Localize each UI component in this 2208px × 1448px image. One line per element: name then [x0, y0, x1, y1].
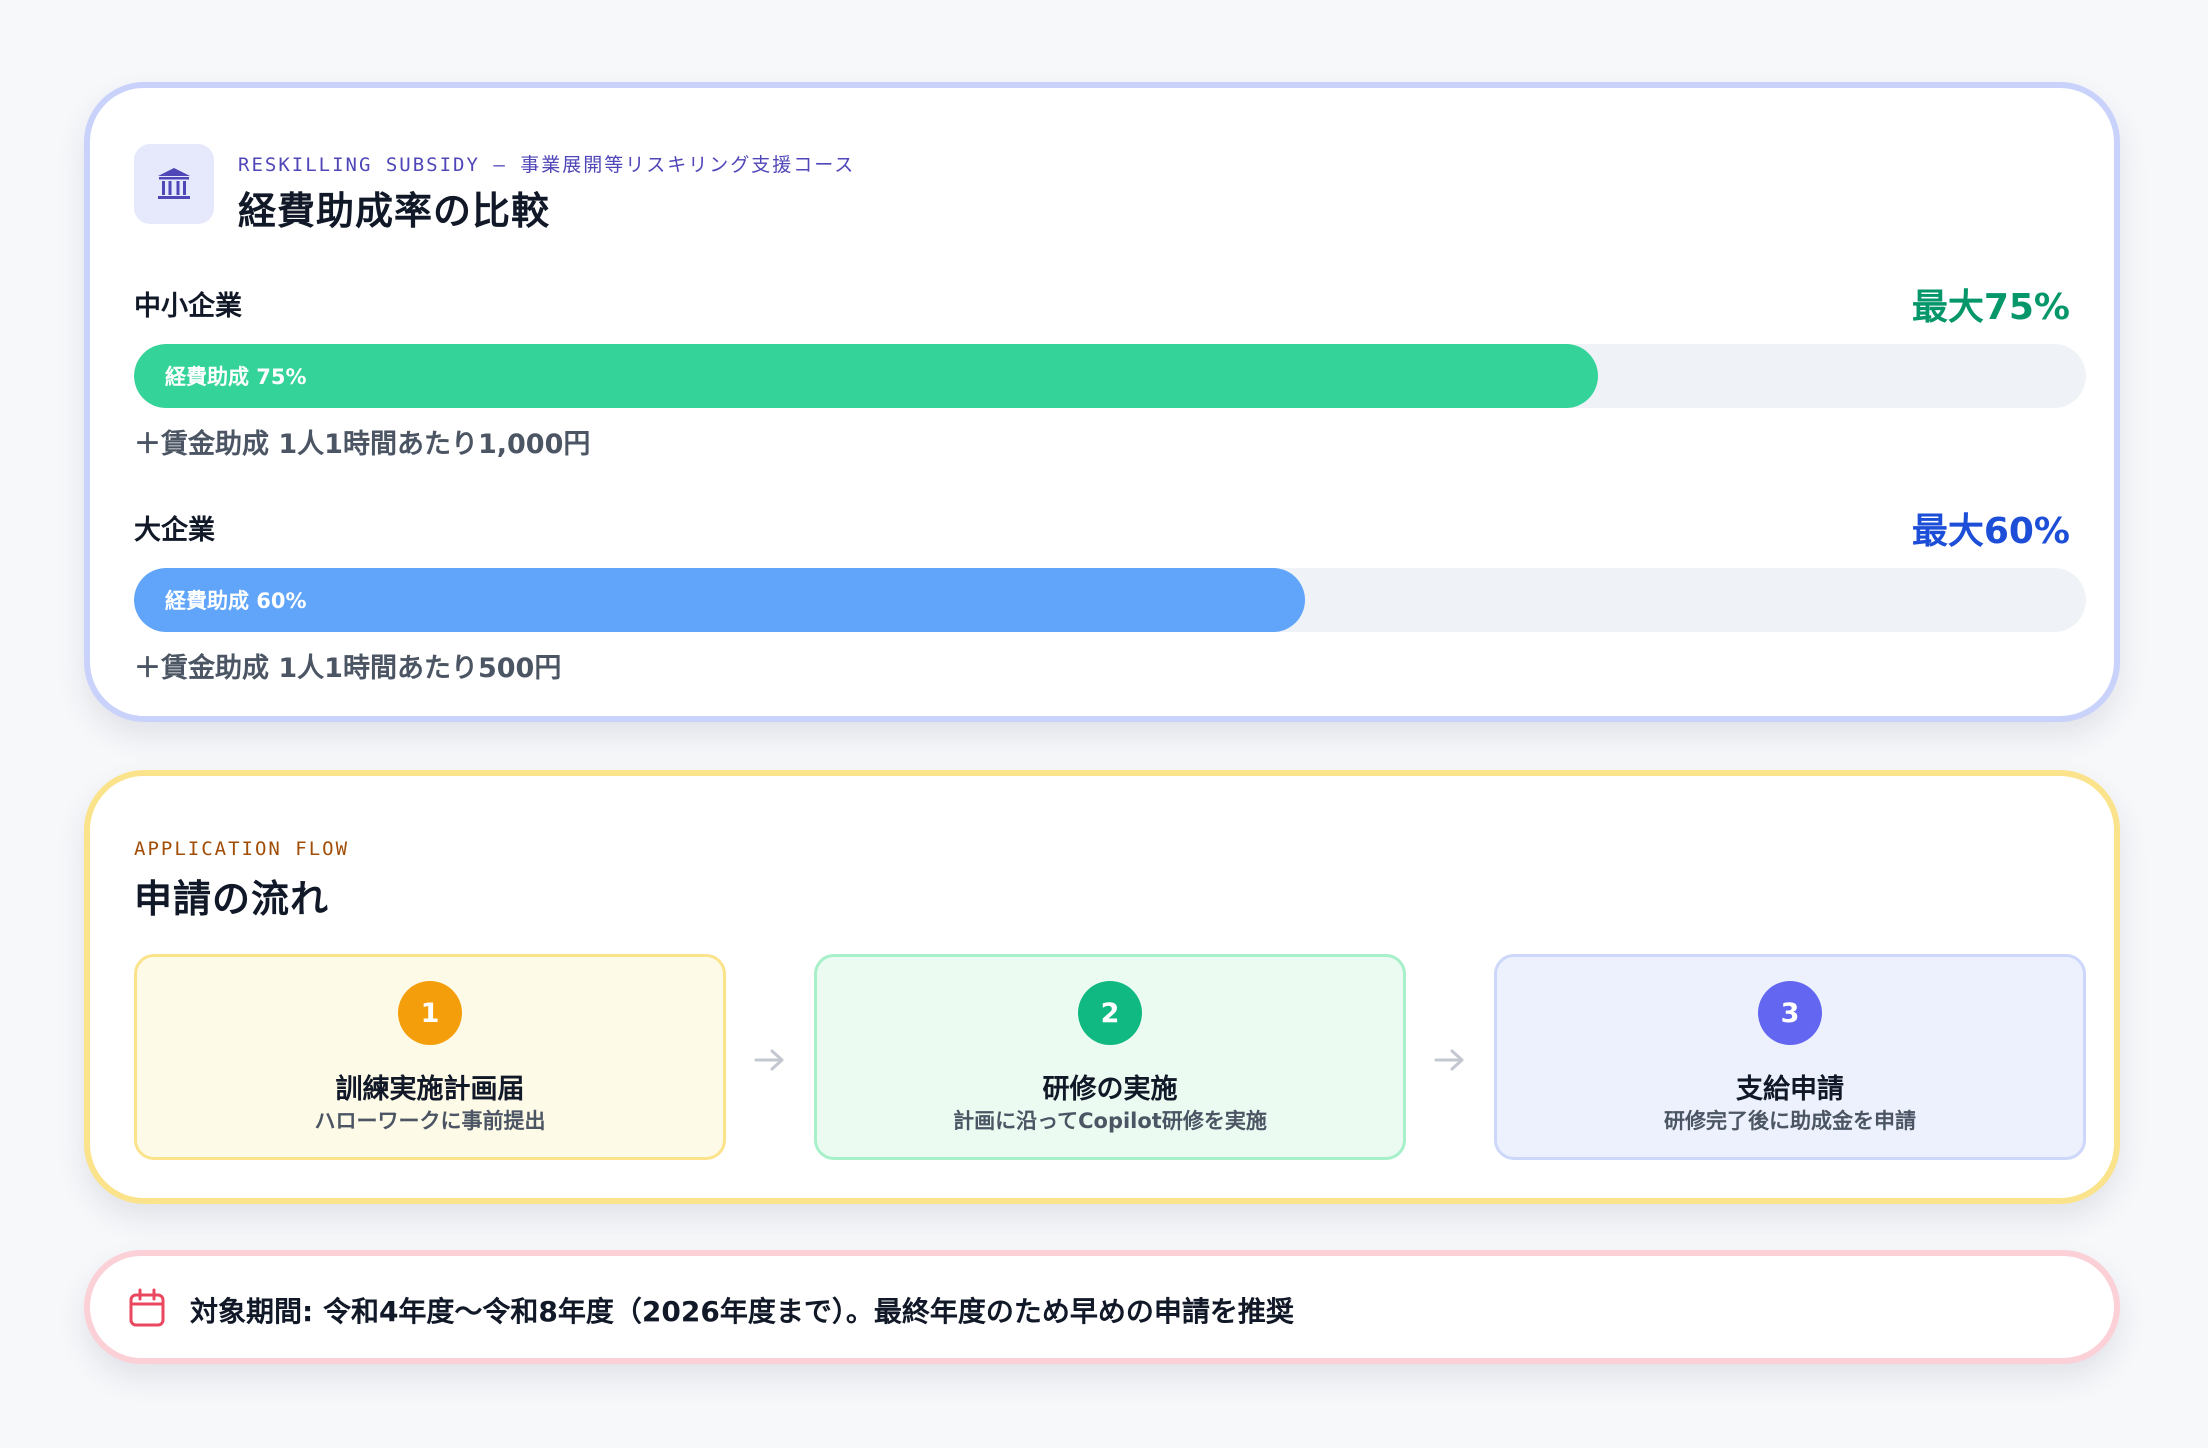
large-company-label: 大企業 — [134, 515, 215, 546]
step-description: 研修完了後に助成金を申請 — [1664, 1109, 1916, 1133]
sme-wage-note: ＋賃金助成 1人1時間あたり1,000円 — [134, 429, 591, 460]
bank-icon — [134, 144, 214, 224]
large-company-wage-note: ＋賃金助成 1人1時間あたり500円 — [134, 653, 562, 684]
step-description: 計画に沿ってCopilot研修を実施 — [953, 1109, 1267, 1133]
step-title: 支給申請 — [1736, 1074, 1844, 1105]
sme-rate-bar: 経費助成 75% — [134, 344, 2086, 408]
step-number-badge: 3 — [1758, 981, 1822, 1045]
large-company-bar-text: 経費助成 60% — [165, 589, 307, 613]
large-company-rate-fill: 経費助成 60% — [134, 568, 1306, 632]
target-period-text: 対象期間: 令和4年度〜令和8年度（2026年度まで）。最終年度のため早めの申請… — [190, 1295, 1294, 1328]
step-title: 訓練実施計画届 — [335, 1074, 525, 1105]
large-company-max-rate: 最大60% — [1911, 511, 2070, 552]
application-flow-card: APPLICATION FLOW 申請の流れ 1 訓練実施計画届 ハローワークに… — [84, 770, 2120, 1204]
flow-title: 申請の流れ — [134, 877, 330, 921]
sme-label: 中小企業 — [134, 291, 242, 322]
subsidy-rate-card: RESKILLING SUBSIDY — 事業展開等リスキリング支援コース 経費… — [84, 82, 2120, 722]
step-title: 研修の実施 — [1042, 1074, 1178, 1105]
flow-step-2: 2 研修の実施 計画に沿ってCopilot研修を実施 — [814, 954, 1406, 1160]
rates-title: 経費助成率の比較 — [238, 189, 551, 233]
sme-rate-fill: 経費助成 75% — [134, 344, 1598, 408]
flow-step-3: 3 支給申請 研修完了後に助成金を申請 — [1494, 954, 2086, 1160]
sme-bar-text: 経費助成 75% — [165, 365, 307, 389]
step-description: ハローワークに事前提出 — [314, 1109, 546, 1133]
flow-step-1: 1 訓練実施計画届 ハローワークに事前提出 — [134, 954, 726, 1160]
calendar-icon — [129, 1288, 165, 1327]
step-number-badge: 2 — [1078, 981, 1142, 1045]
large-company-rate-bar: 経費助成 60% — [134, 568, 2086, 632]
target-period-card: 対象期間: 令和4年度〜令和8年度（2026年度まで）。最終年度のため早めの申請… — [84, 1250, 2120, 1364]
rates-eyebrow: RESKILLING SUBSIDY — 事業展開等リスキリング支援コース — [238, 154, 856, 176]
arrow-right-icon — [1434, 1049, 1464, 1071]
sme-max-rate: 最大75% — [1911, 287, 2070, 328]
flow-eyebrow: APPLICATION FLOW — [134, 838, 350, 860]
arrow-right-icon — [754, 1049, 784, 1071]
step-number-badge: 1 — [398, 981, 462, 1045]
